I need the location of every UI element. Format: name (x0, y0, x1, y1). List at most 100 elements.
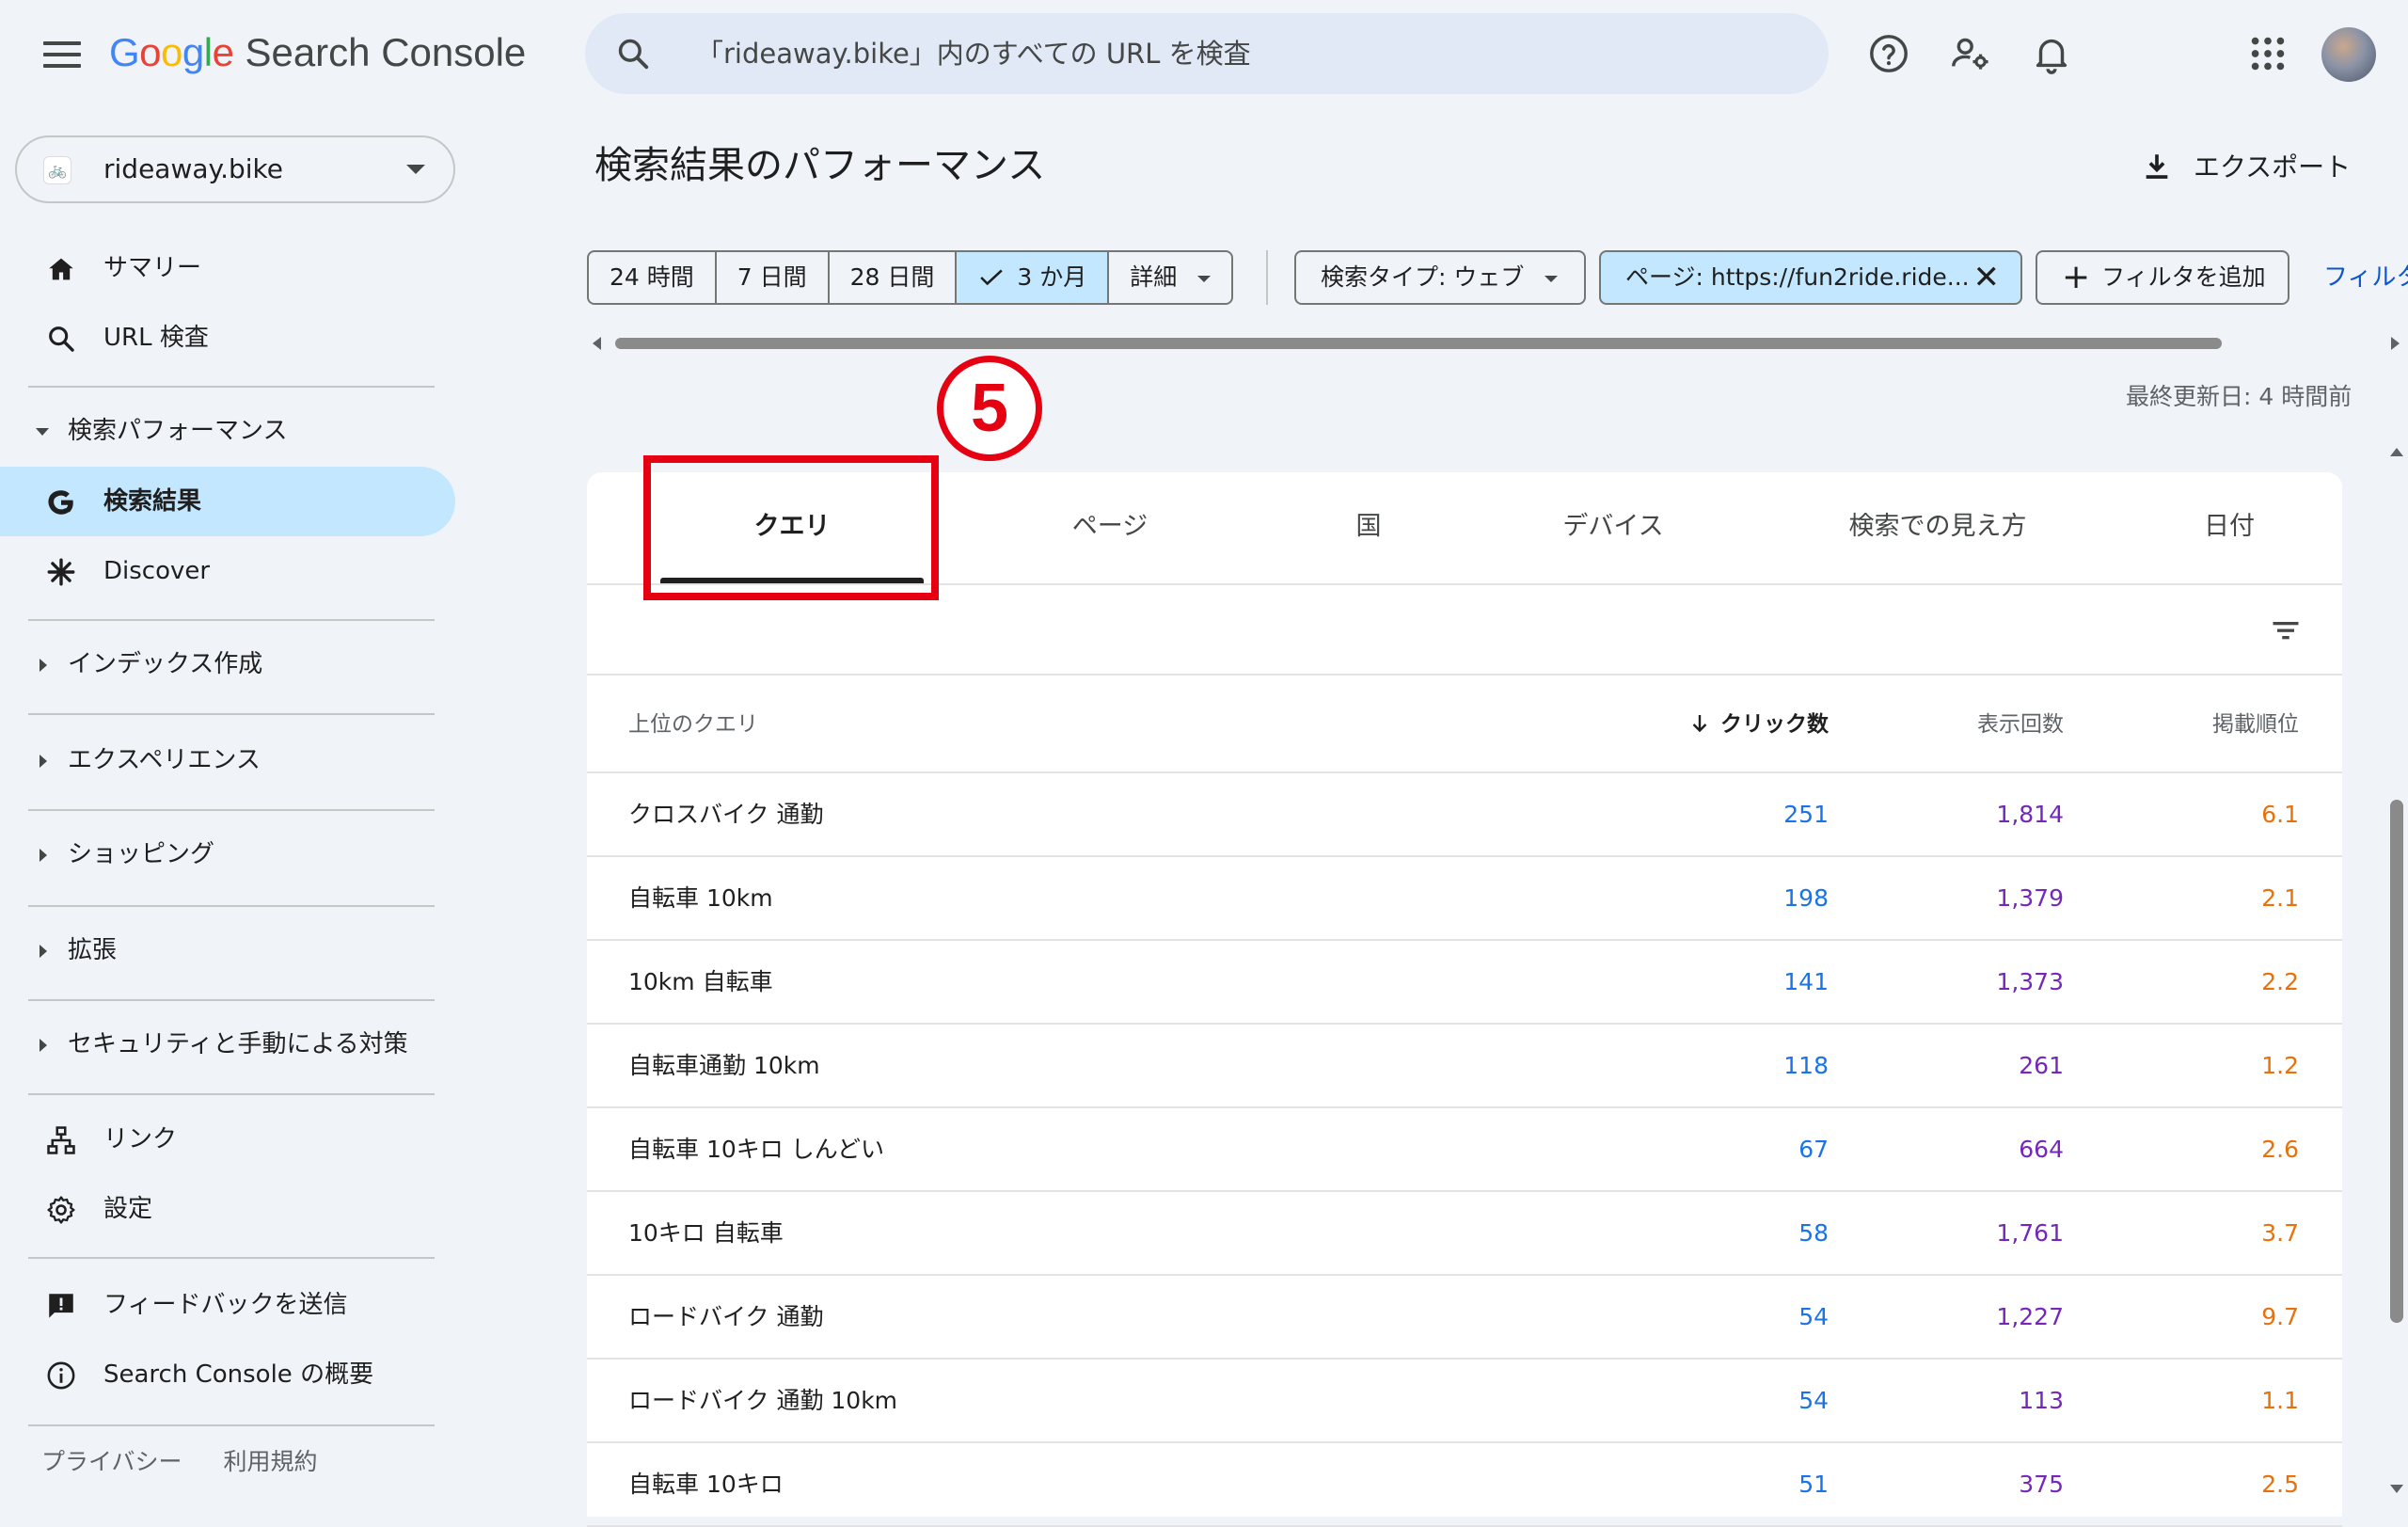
query-cell: 10km 自転車 (628, 968, 773, 995)
sidebar-divider (28, 809, 435, 811)
horizontal-scrollbar[interactable] (615, 338, 2222, 349)
sidebar-section-label: 検索パフォーマンス (68, 417, 288, 445)
collapse-arrow-icon (36, 428, 49, 436)
search-type-label: 検索タイプ: ウェブ (1321, 263, 1525, 291)
clicks-cell: 198 (1783, 884, 1829, 912)
filter-list-icon[interactable] (2269, 613, 2303, 647)
property-name: rideaway.bike (103, 153, 283, 184)
date-range-custom[interactable]: 詳細 (1109, 252, 1231, 303)
clicks-cell: 54 (1798, 1303, 1829, 1330)
date-range-28d[interactable]: 28 日間 (830, 252, 958, 303)
position-cell: 2.2 (2261, 968, 2299, 995)
download-icon (2146, 154, 2168, 179)
property-selector[interactable]: 🚲 rideaway.bike (15, 135, 455, 203)
impressions-cell: 664 (2019, 1136, 2064, 1163)
user-settings-icon[interactable] (1949, 32, 1992, 75)
account-avatar[interactable] (2321, 27, 2376, 82)
links-icon (47, 1126, 75, 1154)
table-row[interactable]: クロスバイク 通勤 251 1,814 6.1 (587, 773, 2342, 857)
table-row[interactable]: 自転車 10km 198 1,379 2.1 (587, 857, 2342, 941)
sidebar-item-summary[interactable]: サマリー (0, 233, 455, 303)
step-number-badge: 5 (937, 356, 1042, 461)
sidebar-divider (28, 1257, 435, 1259)
table-row[interactable]: 自転車 10キロ しんどい 67 664 2.6 (587, 1108, 2342, 1192)
privacy-link[interactable]: プライバシー (41, 1448, 182, 1475)
sidebar-item-about[interactable]: Search Console の概要 (0, 1340, 455, 1409)
search-icon (49, 326, 74, 352)
search-type-chip[interactable]: 検索タイプ: ウェブ (1294, 250, 1586, 305)
table-row[interactable]: 10キロ 自転車 58 1,761 3.7 (587, 1192, 2342, 1276)
query-cell: 自転車 10キロ しんどい (628, 1136, 884, 1163)
sidebar-section-label: セキュリティと手動による対策 (68, 1030, 408, 1058)
sidebar-item-settings[interactable]: 設定 (0, 1174, 455, 1244)
position-cell: 2.1 (2261, 884, 2299, 912)
main-menu-icon[interactable] (43, 41, 81, 70)
sidebar-item-discover[interactable]: Discover (0, 536, 455, 606)
sidebar-section-enhancements[interactable]: 拡張 (0, 922, 455, 978)
app-logo[interactable]: Google Search Console (109, 30, 526, 87)
add-filter-button[interactable]: + フィルタを追加 (2036, 250, 2289, 305)
tab-search-appearance[interactable]: 検索での見え方 (1759, 472, 2116, 585)
scroll-down-icon[interactable] (2390, 1485, 2403, 1493)
url-inspect-search[interactable]: 「rideaway.bike」内のすべての URL を検査 (585, 13, 1829, 94)
sidebar-item-label: 設定 (103, 1195, 153, 1223)
sidebar-section-label: エクスペリエンス (68, 746, 261, 774)
clicks-cell: 67 (1798, 1136, 1829, 1163)
table-row[interactable]: 自転車通勤 10km 118 261 1.2 (587, 1025, 2342, 1108)
clicks-cell: 251 (1783, 801, 1829, 828)
col-header-clicks[interactable]: クリック数 (1688, 676, 1829, 773)
gear-icon (47, 1196, 75, 1224)
clicks-cell: 54 (1798, 1387, 1829, 1414)
table-row[interactable]: ロードバイク 通勤 54 1,227 9.7 (587, 1276, 2342, 1360)
chevron-down-icon (1545, 275, 1559, 282)
apps-grid-icon[interactable] (2246, 32, 2289, 75)
scroll-left-icon[interactable] (593, 337, 601, 350)
expand-arrow-icon (40, 849, 47, 862)
sidebar-item-links[interactable]: リンク (0, 1105, 455, 1174)
top-bar: Google Search Console 「rideaway.bike」内のす… (0, 0, 2408, 119)
position-cell: 9.7 (2261, 1303, 2299, 1330)
impressions-cell: 1,761 (1996, 1219, 2064, 1247)
date-range-3m[interactable]: 3 か月 (957, 252, 1110, 303)
tab-pages[interactable]: ページ (950, 472, 1270, 585)
date-range-7d[interactable]: 7 日間 (717, 252, 830, 303)
sidebar-section-indexing[interactable]: インデックス作成 (0, 636, 455, 692)
sidebar-item-label: Discover (103, 557, 211, 585)
terms-link[interactable]: 利用規約 (223, 1448, 317, 1475)
date-range-selector: 24 時間 7 日間 28 日間 3 か月 詳細 (587, 250, 1234, 305)
sidebar-section-security[interactable]: セキュリティと手動による対策 (0, 1016, 455, 1073)
table-row[interactable]: 10km 自転車 141 1,373 2.2 (587, 941, 2342, 1025)
notifications-icon[interactable] (2030, 32, 2073, 75)
google-wordmark: Google (109, 30, 234, 74)
scroll-up-icon[interactable] (2390, 448, 2403, 456)
position-cell: 3.7 (2261, 1219, 2299, 1247)
product-name: Search Console (245, 30, 527, 74)
impressions-cell: 113 (2019, 1387, 2064, 1414)
col-header-impressions[interactable]: 表示回数 (1977, 676, 2064, 773)
scroll-right-icon[interactable] (2391, 337, 2400, 350)
search-input[interactable]: 「rideaway.bike」内のすべての URL を検査 (696, 13, 1251, 94)
tab-devices[interactable]: デバイス (1467, 472, 1759, 585)
sidebar-section-shopping[interactable]: ショッピング (0, 826, 455, 883)
help-icon[interactable] (1867, 32, 1910, 75)
filter-link[interactable]: フィルタ (2323, 250, 2408, 305)
sidebar-item-url-inspection[interactable]: URL 検査 (0, 303, 455, 373)
sidebar-item-search-results[interactable]: 検索結果 (0, 467, 455, 536)
sidebar-divider (28, 619, 435, 621)
date-range-24h[interactable]: 24 時間 (589, 252, 717, 303)
sidebar-item-send-feedback[interactable]: フィードバックを送信 (0, 1270, 455, 1340)
table-row[interactable]: 自転車 10キロ 51 375 2.5 (587, 1443, 2342, 1527)
sidebar-divider (28, 999, 435, 1001)
impressions-cell: 261 (2019, 1052, 2064, 1079)
tab-dates[interactable]: 日付 (2116, 472, 2342, 585)
vertical-scrollbar[interactable] (2390, 800, 2403, 1323)
sidebar-section-search-performance[interactable]: 検索パフォーマンス (0, 403, 455, 459)
tab-countries[interactable]: 国 (1270, 472, 1467, 585)
close-icon[interactable]: ✕ (1973, 252, 2001, 303)
sidebar-section-experience[interactable]: エクスペリエンス (0, 732, 455, 788)
page-filter-chip[interactable]: ページ: https://fun2ride.ride... ✕ (1599, 250, 2022, 305)
expand-arrow-icon (40, 945, 47, 958)
col-header-position[interactable]: 掲載順位 (2212, 676, 2299, 773)
asterisk-icon (47, 558, 75, 586)
table-row[interactable]: ロードバイク 通勤 10km 54 113 1.1 (587, 1360, 2342, 1443)
